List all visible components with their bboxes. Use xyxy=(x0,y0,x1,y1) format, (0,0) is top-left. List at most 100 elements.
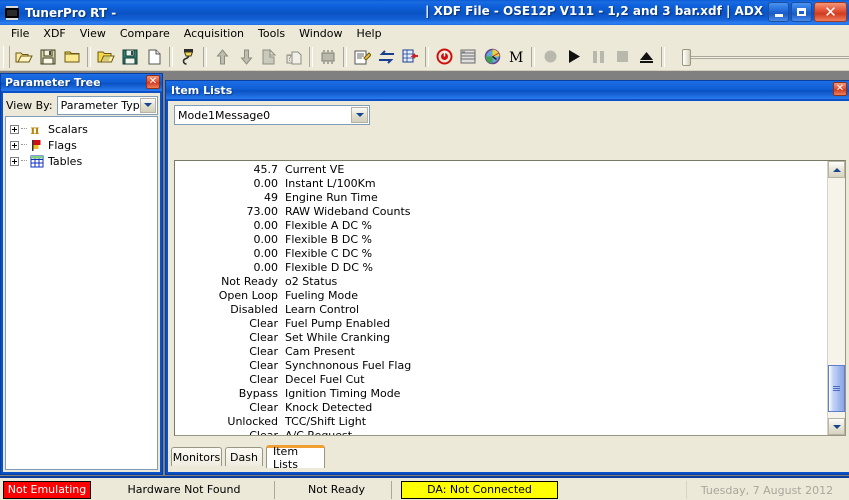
list-item[interactable]: Not Ready o2 Status xyxy=(175,275,827,289)
scroll-down-button[interactable] xyxy=(828,418,845,435)
list-item[interactable]: 0.00 Flexible D DC % xyxy=(175,261,827,275)
item-value: 0.00 xyxy=(253,233,279,246)
table-import-icon[interactable] xyxy=(398,45,422,68)
expand-icon[interactable] xyxy=(10,156,19,166)
list-item[interactable]: Disabled Learn Control xyxy=(175,303,827,317)
status-data-acquisition: DA: Not Connected xyxy=(401,480,558,499)
item-value: 0.00 xyxy=(253,261,279,274)
list-icon[interactable] xyxy=(456,45,480,68)
close-icon: ✕ xyxy=(824,2,837,21)
menu-item-view[interactable]: View xyxy=(73,26,113,42)
message-selector[interactable]: Mode1Message0 xyxy=(174,105,370,125)
tree-item-scalars[interactable]: π Scalars xyxy=(10,121,157,137)
tree-item-tables[interactable]: Tables xyxy=(10,153,157,169)
title-bar: TunerPro RT - | XDF File - OSE12P V111 -… xyxy=(0,0,849,25)
tab-dash[interactable]: Dash xyxy=(225,447,263,466)
toolbar-separator xyxy=(203,46,207,67)
scrollbar-grip xyxy=(833,385,840,392)
list-item[interactable]: Clear Cam Present xyxy=(175,345,827,359)
list-item[interactable]: Open Loop Fueling Mode xyxy=(175,289,827,303)
swap-arrows-icon[interactable] xyxy=(374,45,398,68)
item-name: Synchnonous Fuel Flag xyxy=(285,359,412,372)
close-icon: ✕ xyxy=(835,83,845,94)
list-item[interactable]: 0.00 Flexible C DC % xyxy=(175,247,827,261)
menu-item-xdf[interactable]: XDF xyxy=(36,26,72,42)
tree-item-flags[interactable]: Flags xyxy=(10,137,157,153)
application-window: TunerPro RT - | XDF File - OSE12P V111 -… xyxy=(0,0,849,500)
gauge-icon[interactable] xyxy=(480,45,504,68)
list-item[interactable]: 45.7 Current VE xyxy=(175,163,827,177)
restore-button[interactable] xyxy=(791,2,812,22)
item-value: Clear xyxy=(175,429,278,435)
stop-icon[interactable] xyxy=(610,45,634,68)
vertical-scrollbar[interactable] xyxy=(827,161,845,435)
expand-icon[interactable] xyxy=(10,124,19,134)
view-by-select[interactable]: Parameter Type xyxy=(56,95,158,115)
list-item[interactable]: Clear Synchnonous Fuel Flag xyxy=(175,359,827,373)
open-folder-yellow-icon[interactable] xyxy=(94,45,118,68)
list-item[interactable]: 0.00 Flexible A DC % xyxy=(175,219,827,233)
list-item[interactable]: Clear Decel Fuel Cut xyxy=(175,373,827,387)
chevron-down-icon[interactable] xyxy=(140,97,156,113)
item-value: Clear xyxy=(249,401,278,414)
save-icon[interactable] xyxy=(36,45,60,68)
download-arrow-icon[interactable] xyxy=(234,45,258,68)
minimize-button[interactable] xyxy=(768,2,789,22)
tree-item-label: Scalars xyxy=(48,122,88,136)
close-button[interactable]: ✕ xyxy=(814,2,847,22)
new-file-icon[interactable] xyxy=(142,45,166,68)
item-lists-close-button[interactable]: ✕ xyxy=(833,82,847,96)
plug-icon[interactable] xyxy=(176,45,200,68)
list-item[interactable]: Clear Set While Cranking xyxy=(175,331,827,345)
menu-item-file[interactable]: File xyxy=(4,26,36,42)
tab-item-lists[interactable]: Item Lists xyxy=(266,445,325,471)
slider-thumb[interactable] xyxy=(682,48,691,66)
list-item[interactable]: Clear Fuel Pump Enabled xyxy=(175,317,827,331)
pause-icon[interactable] xyxy=(586,45,610,68)
copy-query-icon[interactable]: ? xyxy=(282,45,306,68)
chevron-down-icon[interactable] xyxy=(351,107,368,123)
play-icon[interactable] xyxy=(562,45,586,68)
item-lists-body: Mode1Message0 45.7 Current VE 0.00 Insta… xyxy=(168,101,849,472)
menu-item-acquisition[interactable]: Acquisition xyxy=(177,26,251,42)
tab-monitors[interactable]: Monitors xyxy=(171,447,222,466)
scroll-up-button[interactable] xyxy=(828,161,845,178)
list-item[interactable]: Clear Knock Detected xyxy=(175,401,827,415)
save-as-icon[interactable] xyxy=(118,45,142,68)
open-icon[interactable] xyxy=(12,45,36,68)
properties-icon[interactable] xyxy=(350,45,374,68)
list-item[interactable]: 0.00 Instant L/100Km xyxy=(175,177,827,191)
m-letter-icon[interactable]: M xyxy=(504,45,528,68)
menu-item-window[interactable]: Window xyxy=(292,26,349,42)
open-bin-icon[interactable] xyxy=(60,45,84,68)
eject-icon[interactable] xyxy=(634,45,658,68)
parameter-tree-list[interactable]: π Scalars Flags Tables xyxy=(5,116,158,470)
toolbar-grip[interactable] xyxy=(3,45,10,68)
toolbar: ? M xyxy=(0,43,849,71)
scrollbar-thumb[interactable] xyxy=(828,365,845,412)
close-icon: ✕ xyxy=(148,76,158,87)
upload-arrow-icon[interactable] xyxy=(210,45,234,68)
list-item[interactable]: Unlocked TCC/Shift Light xyxy=(175,415,827,429)
zoom-slider[interactable] xyxy=(676,46,849,68)
list-item[interactable]: 49 Engine Run Time xyxy=(175,191,827,205)
menu-item-help[interactable]: Help xyxy=(350,26,389,42)
record-red-icon[interactable] xyxy=(432,45,456,68)
menu-bar: File XDF View Compare Acquisition Tools … xyxy=(0,25,849,43)
menu-item-tools[interactable]: Tools xyxy=(251,26,292,42)
list-item[interactable]: Bypass Ignition Timing Mode xyxy=(175,387,827,401)
item-value: Open Loop xyxy=(218,289,278,302)
list-item[interactable]: 73.00 RAW Wideband Counts xyxy=(175,205,827,219)
list-item[interactable]: Clear A/C Request xyxy=(175,429,827,435)
chip-icon xyxy=(4,5,20,21)
toolbar-separator xyxy=(169,46,173,67)
expand-icon[interactable] xyxy=(10,140,19,150)
item-list-box[interactable]: 45.7 Current VE 0.00 Instant L/100Km 49 … xyxy=(174,160,846,436)
list-item[interactable]: 0.00 Flexible B DC % xyxy=(175,233,827,247)
paste-icon[interactable] xyxy=(258,45,282,68)
parameter-tree-close-button[interactable]: ✕ xyxy=(146,75,160,89)
window-controls: ✕ xyxy=(768,2,847,22)
record-circle-icon[interactable] xyxy=(538,45,562,68)
menu-item-compare[interactable]: Compare xyxy=(113,26,177,42)
chip-icon[interactable] xyxy=(316,45,340,68)
